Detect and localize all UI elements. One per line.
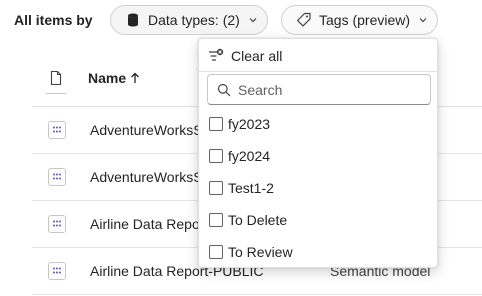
icon-column-divider: [46, 93, 66, 94]
checkbox[interactable]: [209, 245, 223, 259]
checkbox[interactable]: [209, 117, 223, 131]
tag-icon: [296, 12, 312, 28]
semantic-model-icon: [48, 121, 66, 139]
name-column-header[interactable]: Name: [88, 70, 140, 86]
tag-option-fy2024[interactable]: fy2024: [209, 146, 270, 166]
clear-all-button[interactable]: Clear all: [207, 45, 282, 67]
tag-option-label: To Delete: [228, 212, 288, 228]
clear-filter-icon: [207, 47, 225, 65]
semantic-model-icon: [48, 215, 66, 233]
clear-all-label: Clear all: [231, 48, 283, 64]
checkbox[interactable]: [209, 181, 223, 195]
tags-filter-button[interactable]: Tags (preview): [281, 5, 438, 35]
tag-option-to-delete[interactable]: To Delete: [209, 210, 287, 230]
name-column-label: Name: [88, 70, 127, 86]
data-types-filter-button[interactable]: Data types: (2): [110, 5, 268, 35]
tags-label: Tags (preview): [319, 12, 411, 28]
checkbox[interactable]: [209, 149, 223, 163]
arrow-up-icon: [130, 71, 140, 83]
dropdown-divider: [199, 71, 437, 72]
checkbox[interactable]: [209, 213, 223, 227]
tag-option-test1-2[interactable]: Test1-2: [209, 178, 274, 198]
semantic-model-icon: [48, 262, 66, 280]
chevron-down-icon: [418, 15, 428, 25]
tag-option-label: fy2024: [228, 148, 271, 164]
search-icon: [217, 83, 231, 97]
tags-dropdown: Clear all fy2023 fy2024 Test1-2 To Delet…: [198, 38, 438, 268]
document-icon: [48, 70, 64, 86]
item-name[interactable]: AdventureWorksS: [90, 122, 203, 138]
tag-option-to-review[interactable]: To Review: [209, 242, 293, 262]
item-name[interactable]: Airline Data Repor: [90, 216, 204, 232]
database-icon: [125, 12, 141, 28]
semantic-model-icon: [48, 168, 66, 186]
tag-option-label: To Review: [228, 244, 293, 260]
tag-search-input[interactable]: [238, 78, 424, 101]
tag-option-fy2023[interactable]: fy2023: [209, 114, 270, 134]
data-types-label: Data types: (2): [148, 12, 240, 28]
tag-option-label: Test1-2: [228, 180, 274, 196]
tag-search-box[interactable]: [207, 74, 431, 105]
tag-option-label: fy2023: [228, 116, 271, 132]
filter-label: All items by: [14, 12, 93, 28]
item-name[interactable]: AdventureWorksS: [90, 169, 203, 185]
chevron-down-icon: [248, 15, 258, 25]
filter-bar: All items by Data types: (2) Tags (previ…: [0, 0, 482, 42]
